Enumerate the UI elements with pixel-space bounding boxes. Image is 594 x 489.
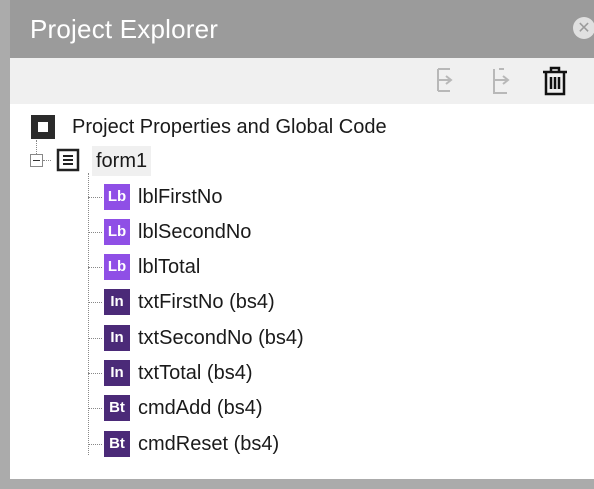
tree-connector [88,232,102,233]
label-control-icon: Lb [104,184,130,210]
tree-item-label: cmdReset (bs4) [138,433,280,455]
tree-item-label: lblSecondNo [138,221,252,243]
project-explorer-panel: Project Explorer ✕ Project Properties an… [10,0,594,479]
tree-item-txtFirstNo[interactable]: In txtFirstNo (bs4) [104,287,404,317]
collapse-toggle[interactable] [30,154,43,167]
form-icon [56,148,80,172]
tree-item-label: txtSecondNo (bs4) [138,327,304,349]
button-control-icon: Bt [104,431,130,457]
tree-item-label: Project Properties and Global Code [72,116,387,138]
tree-item-cmdReset[interactable]: Bt cmdReset (bs4) [104,429,404,459]
tree-item-label: cmdAdd (bs4) [138,397,263,419]
tree-connector [88,267,102,268]
panel-title-bar[interactable]: Project Explorer ✕ [10,0,594,58]
delete-button[interactable] [538,64,572,98]
tree-item-form1[interactable]: form1 [30,146,210,176]
move-up-button[interactable] [485,64,519,98]
tree-item-label: txtTotal (bs4) [138,362,253,384]
tree-item-label: form1 [92,146,152,176]
move-down-icon [437,68,453,92]
input-control-icon: In [104,325,130,351]
tree-connector [88,373,102,374]
tree-connector [88,444,102,445]
input-control-icon: In [104,360,130,386]
move-down-button[interactable] [430,64,464,98]
tree-item-cmdAdd[interactable]: Bt cmdAdd (bs4) [104,393,404,423]
trash-icon [543,66,567,96]
tree-connector [88,408,102,409]
tree-item-project-properties[interactable]: Project Properties and Global Code [30,112,490,142]
move-up-icon [493,68,510,94]
input-control-icon: In [104,289,130,315]
minus-icon [33,160,40,161]
tree-item-label: lblTotal [138,256,201,278]
tree-item-lblSecondNo[interactable]: Lb lblSecondNo [104,217,404,247]
tree-connector [88,197,102,198]
project-icon [31,115,55,139]
close-icon[interactable]: ✕ [573,17,594,39]
tree-connector [88,173,89,455]
tree-item-lblFirstNo[interactable]: Lb lblFirstNo [104,182,404,212]
tree-item-label: lblFirstNo [138,186,223,208]
tree-item-label: txtFirstNo (bs4) [138,291,275,313]
label-control-icon: Lb [104,254,130,280]
project-tree: Project Properties and Global Code form1… [10,104,594,479]
tree-connector [88,338,102,339]
label-control-icon: Lb [104,219,130,245]
button-control-icon: Bt [104,395,130,421]
tree-item-txtTotal[interactable]: In txtTotal (bs4) [104,358,404,388]
tree-item-txtSecondNo[interactable]: In txtSecondNo (bs4) [104,323,404,353]
tree-connector [88,302,102,303]
tree-connector [43,160,51,161]
panel-title: Project Explorer [30,14,219,44]
tree-item-lblTotal[interactable]: Lb lblTotal [104,252,404,282]
toolbar [10,58,594,104]
